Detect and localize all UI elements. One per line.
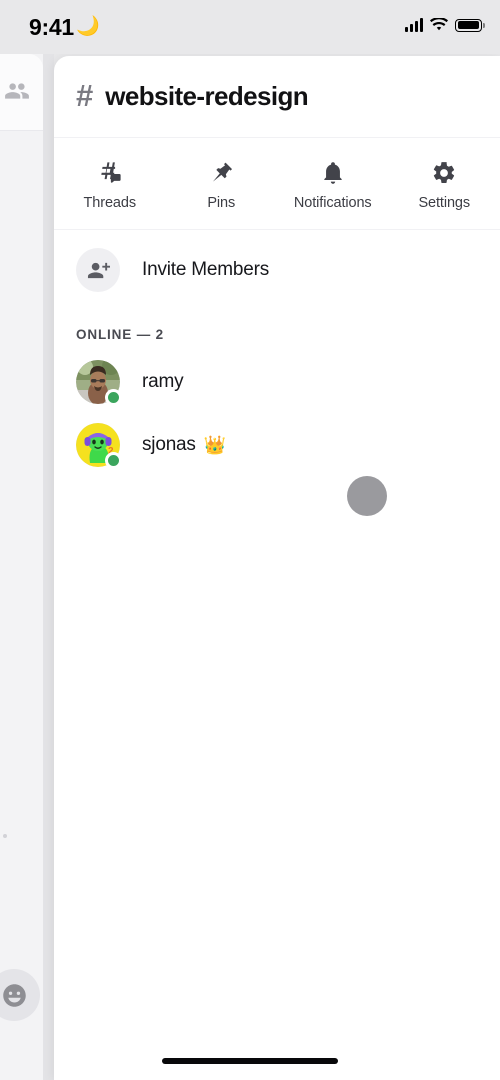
crescent-moon-icon: 🌙 [76, 16, 100, 37]
members-slide-over-panel: # website-redesign Threads Pins Notifica… [54, 56, 500, 1080]
invite-members-row[interactable]: Invite Members [54, 230, 500, 310]
online-section-header: ONLINE — 2 [76, 327, 165, 342]
tab-pins[interactable]: Pins [166, 138, 278, 229]
emoji-button[interactable] [0, 969, 40, 1021]
status-bar-indicators [405, 18, 485, 32]
channel-tab-row: Threads Pins Notifications Settings [54, 138, 500, 230]
member-name-text: sjonas [142, 433, 196, 455]
pin-icon [213, 162, 233, 182]
gear-icon [434, 162, 455, 183]
background-members-card[interactable] [0, 54, 43, 131]
status-dot-online [105, 388, 122, 406]
tab-settings[interactable]: Settings [389, 138, 500, 229]
tab-threads-label: Threads [83, 195, 137, 211]
tab-pins-label: Pins [207, 195, 236, 211]
tab-threads[interactable]: Threads [54, 138, 166, 229]
page-title: website-redesign [105, 81, 309, 111]
members-icon [5, 83, 29, 99]
bell-icon [324, 162, 342, 184]
member-list-item[interactable]: ramy [54, 350, 500, 413]
tap-indicator [347, 476, 387, 516]
invite-members-label: Invite Members [142, 259, 270, 280]
tab-notifications-label: Notifications [293, 195, 372, 211]
hash-icon: # [76, 78, 94, 113]
member-name: ramy [142, 371, 191, 393]
wifi-icon [430, 18, 448, 31]
emoji-face-icon [2, 983, 26, 1007]
owner-crown-icon: 👑 [203, 434, 226, 455]
background-panel-dot [3, 834, 7, 838]
status-bar: 9:41 🌙 [0, 0, 500, 54]
tab-settings-label: Settings [418, 195, 471, 211]
invite-avatar [76, 248, 120, 292]
channel-header[interactable]: # website-redesign [54, 56, 500, 138]
member-list-item[interactable]: 2 sjonas 👑 [54, 413, 500, 476]
person-add-icon [87, 262, 110, 278]
tab-notifications[interactable]: Notifications [277, 138, 389, 229]
avatar-wrapper [76, 359, 122, 406]
phone-screen: 9:41 🌙 # website-redesign Threads Pins N… [0, 0, 500, 1080]
member-name-text: ramy [142, 370, 184, 392]
threads-icon [101, 162, 121, 183]
battery-full-icon [455, 18, 485, 32]
cellular-signal-icon [405, 18, 423, 32]
avatar-wrapper: 2 [76, 422, 122, 469]
status-dot-online [105, 451, 122, 469]
status-bar-time: 9:41 [29, 14, 74, 40]
background-channel-panel[interactable] [0, 54, 43, 1080]
panel-gap-shade [43, 54, 54, 1080]
member-name: sjonas 👑 [142, 434, 226, 456]
home-indicator[interactable] [162, 1058, 338, 1064]
